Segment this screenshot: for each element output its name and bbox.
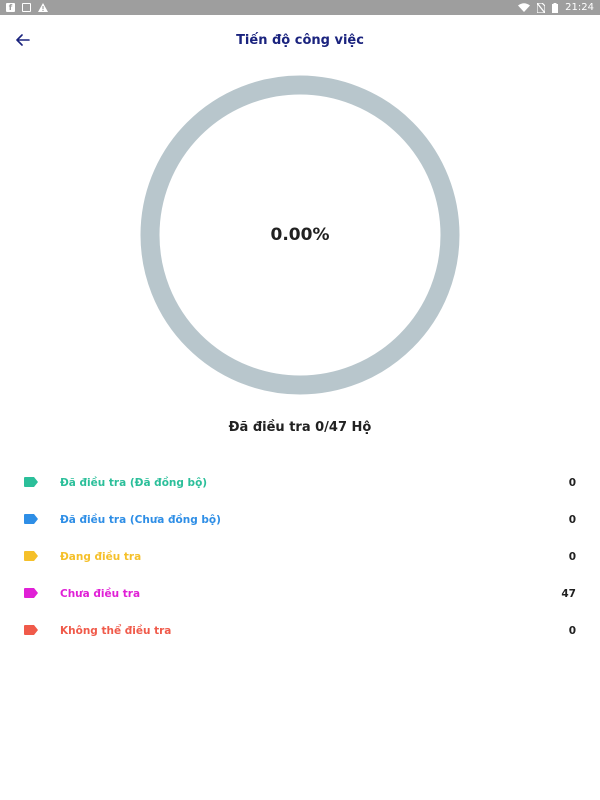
status-bar-left: f: [6, 3, 48, 12]
no-sim-icon: [537, 2, 546, 13]
legend-item: Đã điều tra (Chưa đồng bộ) 0: [0, 501, 600, 538]
legend-value: 0: [568, 513, 576, 526]
back-button[interactable]: [12, 29, 34, 51]
tag-icon: [24, 513, 40, 526]
status-bar: f 21:24: [0, 0, 600, 15]
progress-summary: Đã điều tra 0/47 Hộ: [228, 420, 372, 435]
warning-icon: [38, 3, 48, 12]
tag-icon: [24, 624, 40, 637]
legend-label: Chưa điều tra: [60, 587, 141, 600]
legend-item: Đang điều tra 0: [0, 538, 600, 575]
status-time: 21:24: [565, 2, 594, 13]
status-legend: Đã điều tra (Đã đồng bộ) 0 Đã điều tra (Ch…: [0, 464, 600, 649]
app-bar: Tiến độ công việc: [0, 15, 600, 65]
tag-icon: [24, 587, 40, 600]
image-icon: [22, 3, 31, 12]
progress-percent: 0.00%: [270, 225, 330, 245]
wifi-icon: [518, 3, 531, 12]
legend-value: 0: [568, 476, 576, 489]
legend-value: 0: [568, 624, 576, 637]
legend-label: Đã điều tra (Chưa đồng bộ): [60, 513, 221, 526]
legend-item: Đã điều tra (Đã đồng bộ) 0: [0, 464, 600, 501]
facebook-icon: f: [6, 3, 15, 12]
legend-label: Không thể điều tra: [60, 624, 172, 637]
battery-icon: [552, 2, 559, 13]
legend-value: 0: [568, 550, 576, 563]
tag-icon: [24, 476, 40, 489]
legend-item: Chưa điều tra 47: [0, 575, 600, 612]
progress-ring: 0.00%: [140, 75, 460, 395]
legend-item: Không thể điều tra 0: [0, 612, 600, 649]
legend-label: Đã điều tra (Đã đồng bộ): [60, 476, 208, 489]
legend-label: Đang điều tra: [60, 550, 142, 563]
arrow-left-icon: [16, 34, 30, 46]
page-title: Tiến độ công việc: [236, 32, 364, 48]
legend-value: 47: [561, 587, 576, 600]
tag-icon: [24, 550, 40, 563]
status-bar-right: 21:24: [518, 2, 594, 13]
